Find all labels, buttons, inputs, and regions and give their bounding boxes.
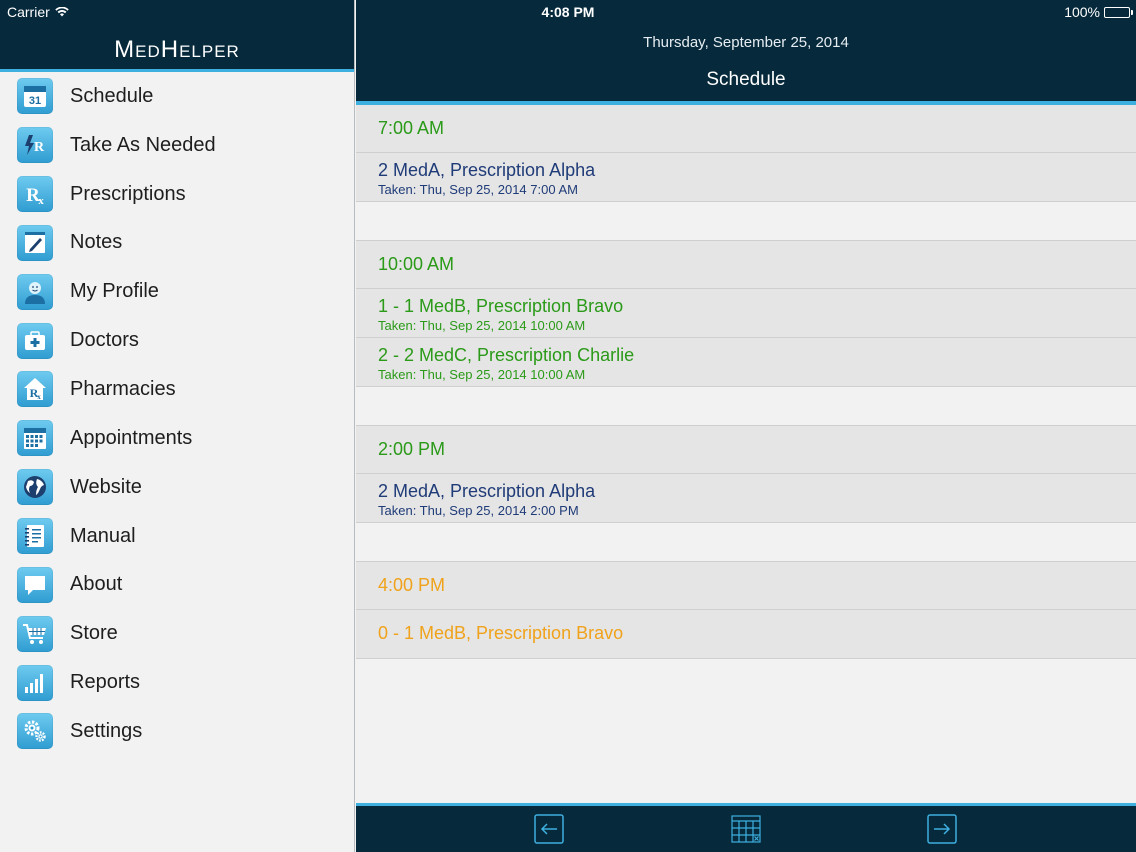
time-group-header: 4:00 PM <box>356 562 1136 610</box>
battery-icon <box>1104 6 1133 18</box>
speech-bubble-icon <box>17 566 53 603</box>
battery-label: 100% <box>1064 4 1100 20</box>
entry-title: 0 - 1 MedB, Prescription Bravo <box>378 623 624 643</box>
status-battery: 100% <box>1064 4 1133 20</box>
time-group-header: 2:00 PM <box>356 426 1136 474</box>
schedule-entry[interactable]: 2 MedA, Prescription Alpha Taken: Thu, S… <box>356 474 1136 523</box>
calendar-button[interactable] <box>731 814 761 844</box>
sidebar-item-label: Settings <box>70 719 143 742</box>
page-title: Schedule <box>706 69 786 90</box>
svg-text:R: R <box>34 140 45 155</box>
entry-status: Taken: Thu, Sep 25, 2014 7:00 AM <box>378 182 578 197</box>
sidebar-item-appointments[interactable]: Appointments <box>0 414 354 463</box>
sidebar-item-label: My Profile <box>70 280 159 303</box>
main-header: 4:08 PM 100% Thursday, September 25, 201… <box>356 0 1136 101</box>
entry-status: Taken: Thu, Sep 25, 2014 10:00 AM <box>378 367 586 382</box>
sidebar-item-label: Notes <box>70 231 123 254</box>
notebook-icon <box>17 518 53 555</box>
next-day-button[interactable] <box>927 814 957 844</box>
sidebar-header: Carrier MedHelper <box>0 0 354 69</box>
sidebar-item-label: Take As Needed <box>70 133 216 156</box>
sidebar-item-label: Website <box>70 475 142 498</box>
gears-icon <box>17 713 53 750</box>
sidebar-item-take-as-needed[interactable]: R Take As Needed <box>0 121 354 170</box>
entry-status: Taken: Thu, Sep 25, 2014 2:00 PM <box>378 503 579 518</box>
group-separator <box>356 387 1136 426</box>
carrier-label: Carrier <box>7 4 50 20</box>
sidebar-item-pharmacies[interactable]: Rx Pharmacies <box>0 365 354 414</box>
entry-title: 2 MedA, Prescription Alpha <box>378 481 596 501</box>
previous-day-button[interactable] <box>534 814 564 844</box>
group-separator <box>356 202 1136 241</box>
schedule-list: 7:00 AM 2 MedA, Prescription Alpha Taken… <box>356 105 1136 659</box>
sidebar-item-notes[interactable]: Notes <box>0 219 354 268</box>
entry-status: Taken: Thu, Sep 25, 2014 10:00 AM <box>378 318 586 333</box>
status-carrier: Carrier <box>7 4 69 20</box>
calendar-grid-icon <box>17 420 53 457</box>
rx-icon: Rx <box>17 176 53 213</box>
medical-kit-icon <box>17 322 53 359</box>
calendar-grid-icon <box>731 815 761 843</box>
bottom-toolbar <box>356 803 1136 852</box>
current-date: Thursday, September 25, 2014 <box>643 34 849 51</box>
app-logo: MedHelper <box>114 36 240 63</box>
svg-text:x: x <box>37 393 41 401</box>
sidebar-item-label: About <box>70 573 123 596</box>
sidebar-item-label: Store <box>70 622 118 645</box>
sidebar-item-label: Schedule <box>70 84 154 107</box>
sidebar-item-label: Prescriptions <box>70 182 186 205</box>
sidebar-item-prescriptions[interactable]: Rx Prescriptions <box>0 170 354 219</box>
sidebar-item-label: Pharmacies <box>70 377 176 400</box>
wifi-icon <box>55 7 69 17</box>
status-time: 4:08 PM <box>541 4 595 20</box>
arrow-left-icon <box>534 814 564 844</box>
shopping-cart-icon <box>17 615 53 652</box>
bar-chart-icon <box>17 664 53 701</box>
sidebar-item-label: Doctors <box>70 329 139 352</box>
sidebar-item-label: Appointments <box>70 426 193 449</box>
sidebar: Carrier MedHelper 31 Schedule R Take As … <box>0 0 355 852</box>
notepad-pencil-icon <box>17 224 53 261</box>
person-icon <box>17 273 53 310</box>
sidebar-item-schedule[interactable]: 31 Schedule <box>0 72 354 121</box>
sidebar-item-reports[interactable]: Reports <box>0 658 354 707</box>
calendar-icon: 31 <box>17 78 53 115</box>
schedule-entry[interactable]: 2 MedA, Prescription Alpha Taken: Thu, S… <box>356 153 1136 202</box>
sidebar-item-label: Manual <box>70 524 136 547</box>
rx-lightning-icon: R <box>17 127 53 164</box>
sidebar-item-label: Reports <box>70 671 141 694</box>
sidebar-item-about[interactable]: About <box>0 560 354 609</box>
schedule-entry[interactable]: 0 - 1 MedB, Prescription Bravo <box>356 610 1136 659</box>
sidebar-item-store[interactable]: Store <box>0 609 354 658</box>
time-group-header: 10:00 AM <box>356 241 1136 289</box>
schedule-entry[interactable]: 1 - 1 MedB, Prescription Bravo Taken: Th… <box>356 289 1136 338</box>
sidebar-item-manual[interactable]: Manual <box>0 512 354 561</box>
arrow-right-icon <box>927 814 957 844</box>
svg-text:31: 31 <box>29 95 41 107</box>
entry-title: 1 - 1 MedB, Prescription Bravo <box>378 296 624 316</box>
svg-text:x: x <box>38 195 44 207</box>
sidebar-item-my-profile[interactable]: My Profile <box>0 267 354 316</box>
schedule-entry[interactable]: 2 - 2 MedC, Prescription Charlie Taken: … <box>356 338 1136 387</box>
group-separator <box>356 523 1136 562</box>
main-panel: 4:08 PM 100% Thursday, September 25, 201… <box>356 0 1136 852</box>
time-group-header: 7:00 AM <box>356 105 1136 153</box>
sidebar-item-settings[interactable]: Settings <box>0 707 354 756</box>
globe-icon <box>17 469 53 506</box>
pharmacy-house-icon: Rx <box>17 371 53 408</box>
sidebar-menu: 31 Schedule R Take As Needed Rx Prescrip… <box>0 72 354 756</box>
sidebar-item-doctors[interactable]: Doctors <box>0 316 354 365</box>
entry-title: 2 - 2 MedC, Prescription Charlie <box>378 345 635 365</box>
sidebar-item-website[interactable]: Website <box>0 463 354 512</box>
entry-title: 2 MedA, Prescription Alpha <box>378 160 596 180</box>
